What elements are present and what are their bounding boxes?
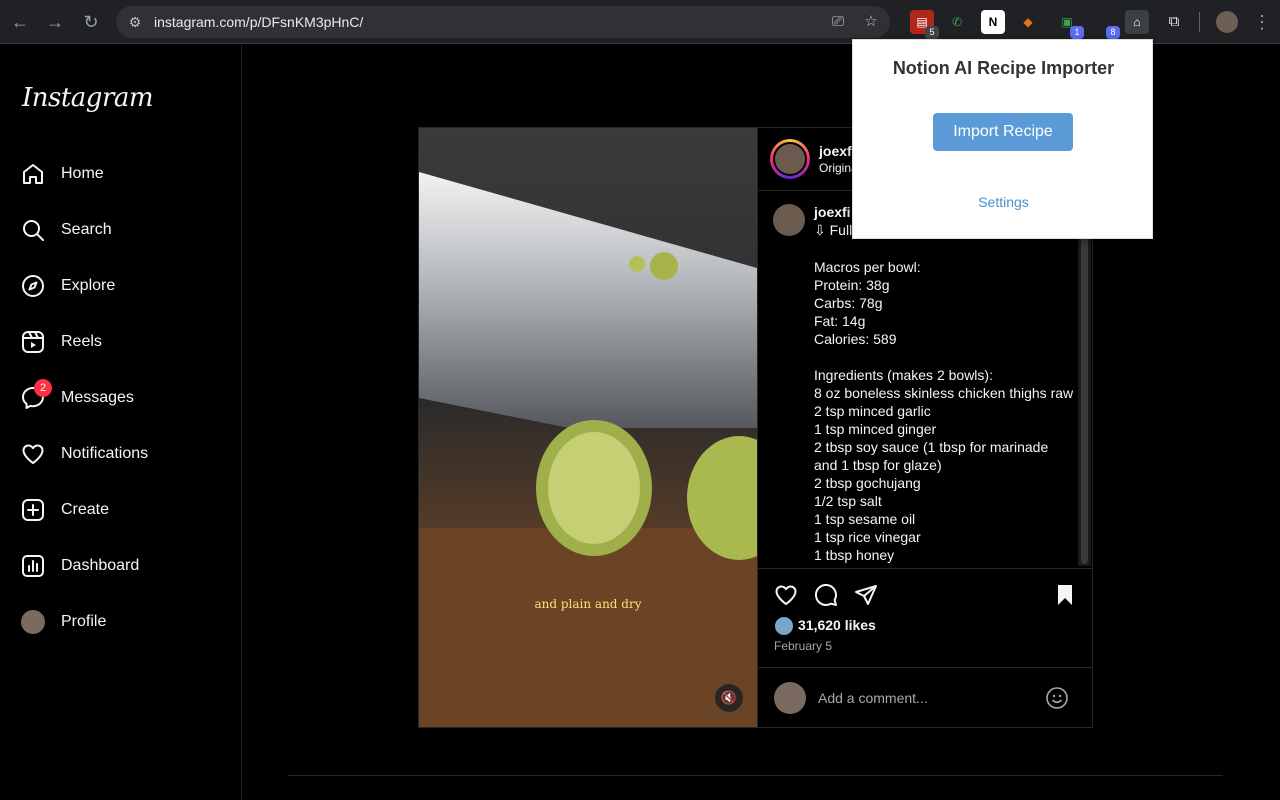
sidebar-item-label: Home bbox=[61, 165, 104, 182]
profile-avatar[interactable] bbox=[1216, 11, 1238, 33]
caption-author[interactable]: joexfi bbox=[814, 204, 851, 220]
site-info-icon[interactable]: ⚙ bbox=[126, 13, 144, 31]
extension-tabs-icon[interactable]: ▣ 1 bbox=[1055, 10, 1084, 39]
emoji-icon[interactable] bbox=[1045, 686, 1069, 710]
sidebar-item-create[interactable]: Create bbox=[12, 486, 230, 534]
sidebar-item-label: Reels bbox=[61, 333, 102, 350]
mute-icon[interactable]: 🔇 bbox=[715, 684, 743, 712]
url-text[interactable]: instagram.com/p/DFsnKM3pHnC/ bbox=[154, 13, 363, 31]
browser-toolbar: ← → ↻ ⚙ instagram.com/p/DFsnKM3pHnC/ ⎚ ☆… bbox=[0, 0, 1280, 44]
extension-phone-icon[interactable]: ✆ bbox=[945, 10, 969, 34]
liker-avatar[interactable] bbox=[774, 616, 794, 636]
comment-icon[interactable] bbox=[812, 581, 840, 609]
sidebar: Instagram Home Search Explore Reels 2 Me… bbox=[0, 45, 242, 800]
divider bbox=[288, 775, 1223, 776]
recipe-importer-popup: Notion AI Recipe Importer Import Recipe … bbox=[852, 39, 1153, 239]
home-icon bbox=[20, 161, 46, 187]
plus-square-icon bbox=[20, 497, 46, 523]
story-ring-avatar[interactable] bbox=[770, 139, 810, 179]
sidebar-item-search[interactable]: Search bbox=[12, 206, 230, 254]
post-author[interactable]: joexfi bbox=[819, 143, 856, 159]
sidebar-item-explore[interactable]: Explore bbox=[12, 262, 230, 310]
sidebar-item-notifications[interactable]: Notifications bbox=[12, 430, 230, 478]
comment-input[interactable] bbox=[818, 687, 1038, 709]
extensions-puzzle-icon[interactable]: ⧉ bbox=[1162, 10, 1186, 34]
reels-icon bbox=[20, 329, 46, 355]
menu-kebab-icon[interactable]: ⋮ bbox=[1250, 10, 1274, 34]
extension-badge: 8 bbox=[1106, 26, 1120, 39]
post-video[interactable]: and plain and dry 🔇 bbox=[419, 128, 757, 727]
sidebar-item-dashboard[interactable]: Dashboard bbox=[12, 542, 230, 590]
add-comment-bar bbox=[758, 667, 1093, 727]
sidebar-item-label: Create bbox=[61, 501, 110, 518]
sidebar-item-label: Explore bbox=[61, 277, 116, 294]
share-icon[interactable] bbox=[852, 581, 880, 609]
sidebar-item-home[interactable]: Home bbox=[12, 150, 230, 198]
search-icon bbox=[20, 217, 46, 243]
post-actions: 31,620 likes February 5 bbox=[758, 568, 1093, 668]
bookmark-icon[interactable] bbox=[1051, 581, 1079, 609]
messages-badge: 2 bbox=[34, 379, 52, 397]
likes-count[interactable]: 31,620 likes bbox=[798, 617, 876, 633]
caption-avatar[interactable] bbox=[773, 204, 805, 236]
recipe-importer-extension-icon[interactable]: ⌂ bbox=[1125, 10, 1149, 34]
sidebar-item-label: Profile bbox=[61, 613, 107, 630]
instagram-logo[interactable]: Instagram bbox=[22, 83, 154, 113]
metamask-icon[interactable]: ◆ bbox=[1016, 10, 1040, 34]
sidebar-item-label: Notifications bbox=[61, 445, 149, 462]
bookmark-star-icon[interactable]: ☆ bbox=[861, 12, 881, 32]
extension-badge: 5 bbox=[925, 26, 939, 39]
address-bar[interactable]: ⚙ instagram.com/p/DFsnKM3pHnC/ ⎚ ☆ bbox=[116, 6, 890, 38]
current-user-avatar bbox=[774, 682, 806, 714]
import-recipe-button[interactable]: Import Recipe bbox=[933, 113, 1073, 151]
like-heart-icon[interactable] bbox=[772, 581, 800, 609]
forward-icon[interactable]: → bbox=[43, 10, 67, 34]
sidebar-item-label: Messages bbox=[61, 389, 134, 406]
post-date[interactable]: February 5 bbox=[774, 639, 832, 653]
extension-badge: 1 bbox=[1070, 26, 1084, 39]
notion-extension-icon[interactable]: N bbox=[981, 10, 1005, 34]
caption-body: Macros per bowl: Protein: 38g Carbs: 78g… bbox=[814, 259, 1074, 563]
settings-link[interactable]: Settings bbox=[853, 194, 1154, 210]
popup-title: Notion AI Recipe Importer bbox=[892, 58, 1115, 78]
extension-glasses-icon[interactable]: ● 8 bbox=[1091, 10, 1120, 39]
sidebar-item-messages[interactable]: 2 Messages bbox=[12, 374, 230, 422]
chart-icon bbox=[20, 553, 46, 579]
sidebar-item-label: Search bbox=[61, 221, 112, 238]
sidebar-item-profile[interactable]: Profile bbox=[12, 598, 230, 646]
sidebar-item-reels[interactable]: Reels bbox=[12, 318, 230, 366]
video-frame bbox=[419, 128, 757, 727]
back-icon[interactable]: ← bbox=[8, 10, 32, 34]
compass-icon bbox=[20, 273, 46, 299]
avatar bbox=[20, 609, 46, 635]
heart-icon bbox=[20, 441, 46, 467]
reload-icon[interactable]: ↻ bbox=[79, 10, 103, 34]
messenger-icon: 2 bbox=[20, 379, 52, 411]
extension-todo-icon[interactable]: ▤ 5 bbox=[910, 10, 939, 39]
caption-first-line: ⇩ Full bbox=[814, 222, 853, 238]
sidebar-item-label: Dashboard bbox=[61, 557, 140, 574]
video-subtitle: and plain and dry bbox=[534, 597, 642, 611]
toolbar-divider bbox=[1199, 12, 1200, 32]
caption-scrollbar[interactable] bbox=[1078, 192, 1091, 566]
caption-area: joexfi ⇩ Full Macros per bowl: Protein: … bbox=[758, 192, 1078, 566]
install-app-icon[interactable]: ⎚ bbox=[828, 12, 848, 32]
